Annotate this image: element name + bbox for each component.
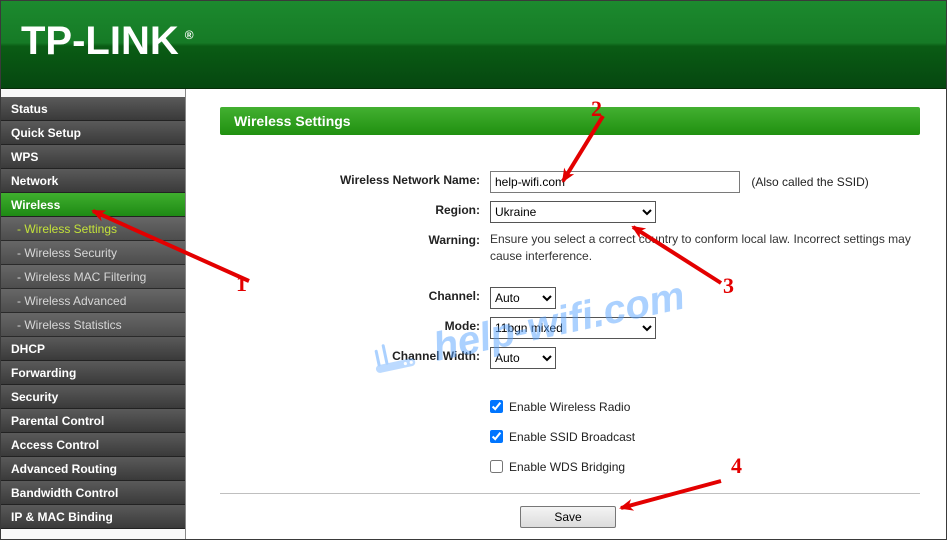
brand-text: TP-LINK bbox=[21, 19, 179, 64]
sidebar-item-network[interactable]: Network bbox=[1, 169, 185, 193]
sidebar-item-bandwidth-control[interactable]: Bandwidth Control bbox=[1, 481, 185, 505]
brand-logo: TP-LINK ® bbox=[21, 19, 194, 64]
label-region: Region: bbox=[220, 199, 490, 217]
sidebar-item-ip-mac-binding[interactable]: IP & MAC Binding bbox=[1, 505, 185, 529]
ssid-input[interactable] bbox=[490, 171, 740, 193]
sidebar-sub-wireless-security[interactable]: - Wireless Security bbox=[1, 241, 185, 265]
sidebar-sub-wireless-settings[interactable]: - Wireless Settings bbox=[1, 217, 185, 241]
ssid-note: (Also called the SSID) bbox=[751, 175, 868, 189]
wireless-form: Wireless Network Name: (Also called the … bbox=[220, 169, 920, 528]
region-select[interactable]: Ukraine bbox=[490, 201, 656, 223]
sidebar-sub-wireless-statistics[interactable]: - Wireless Statistics bbox=[1, 313, 185, 337]
enable-wireless-radio-label: Enable Wireless Radio bbox=[509, 400, 630, 414]
sidebar-item-dhcp[interactable]: DHCP bbox=[1, 337, 185, 361]
header-banner: TP-LINK ® bbox=[1, 1, 946, 89]
sidebar-item-parental-control[interactable]: Parental Control bbox=[1, 409, 185, 433]
panel-heading: Wireless Settings bbox=[220, 107, 920, 135]
enable-ssid-broadcast-label: Enable SSID Broadcast bbox=[509, 430, 635, 444]
mode-select[interactable]: 11bgn mixed bbox=[490, 317, 656, 339]
channel-width-select[interactable]: Auto bbox=[490, 347, 556, 369]
sidebar-nav: Status Quick Setup WPS Network Wireless … bbox=[1, 89, 186, 539]
sidebar-item-access-control[interactable]: Access Control bbox=[1, 433, 185, 457]
enable-ssid-broadcast-checkbox[interactable] bbox=[490, 430, 503, 443]
save-button[interactable]: Save bbox=[520, 506, 616, 528]
sidebar-item-status[interactable]: Status bbox=[1, 97, 185, 121]
sidebar-item-security[interactable]: Security bbox=[1, 385, 185, 409]
sidebar-sub-wireless-advanced[interactable]: - Wireless Advanced bbox=[1, 289, 185, 313]
enable-wireless-radio-checkbox[interactable] bbox=[490, 400, 503, 413]
label-mode: Mode: bbox=[220, 315, 490, 333]
channel-select[interactable]: Auto bbox=[490, 287, 556, 309]
enable-wds-bridging-label: Enable WDS Bridging bbox=[509, 460, 625, 474]
label-warning: Warning: bbox=[220, 229, 490, 247]
sidebar-item-wps[interactable]: WPS bbox=[1, 145, 185, 169]
sidebar-item-advanced-routing[interactable]: Advanced Routing bbox=[1, 457, 185, 481]
enable-wds-bridging-checkbox[interactable] bbox=[490, 460, 503, 473]
registered-icon: ® bbox=[185, 28, 194, 42]
label-channel: Channel: bbox=[220, 285, 490, 303]
sidebar-sub-wireless-mac-filtering[interactable]: - Wireless MAC Filtering bbox=[1, 265, 185, 289]
warning-text: Ensure you select a correct country to c… bbox=[490, 229, 920, 265]
divider bbox=[220, 493, 920, 494]
label-channel-width: Channel Width: bbox=[220, 345, 490, 363]
sidebar-item-quick-setup[interactable]: Quick Setup bbox=[1, 121, 185, 145]
sidebar-item-forwarding[interactable]: Forwarding bbox=[1, 361, 185, 385]
main-panel: Wireless Settings Wireless Network Name:… bbox=[186, 89, 946, 539]
label-ssid: Wireless Network Name: bbox=[220, 169, 490, 187]
sidebar-item-wireless[interactable]: Wireless bbox=[1, 193, 185, 217]
